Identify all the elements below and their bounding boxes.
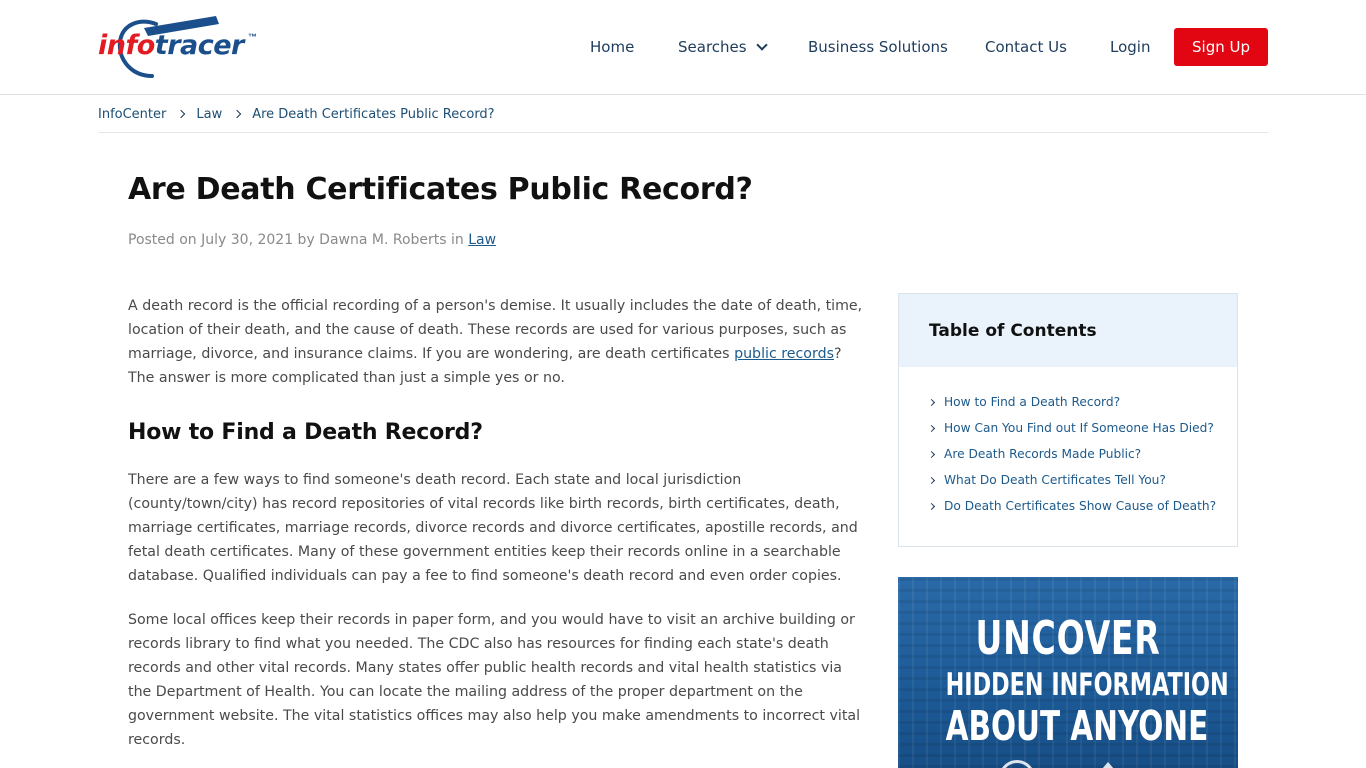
article-paragraph: There are a few ways to find someone's d… <box>128 472 858 584</box>
ad-headline-3: ABOUT ANYONE <box>945 702 1209 750</box>
nav-home[interactable]: Home <box>590 38 634 56</box>
table-of-contents: Table of Contents How to Find a Death Re… <box>898 293 1238 547</box>
sign-up-button[interactable]: Sign Up <box>1174 28 1268 66</box>
chevron-right-icon <box>177 109 186 119</box>
post-meta-text: Posted on July 30, 2021 by Dawna M. Robe… <box>128 232 469 248</box>
toc-item-label: How Can You Find out If Someone Has Died… <box>944 421 1214 435</box>
post-category-link[interactable]: Law <box>468 232 496 248</box>
nav-login[interactable]: Login <box>1110 38 1150 56</box>
nav-searches-label: Searches <box>678 38 747 56</box>
toc-item[interactable]: How to Find a Death Record? <box>927 389 1237 415</box>
ad-banner[interactable]: UNCOVER HIDDEN INFORMATION ABOUT ANYONE <box>898 577 1238 768</box>
site-header: infotracer ™ Home Searches Business Solu… <box>0 0 1366 95</box>
section-heading-find-death-record: How to Find a Death Record? <box>128 420 483 445</box>
breadcrumb-current: Are Death Certificates Public Record? <box>252 106 495 122</box>
chevron-down-icon <box>755 39 768 51</box>
logo-tracer-text: tracer <box>154 30 245 61</box>
nav-business-solutions[interactable]: Business Solutions <box>808 38 948 56</box>
toc-item-label: What Do Death Certificates Tell You? <box>944 473 1166 487</box>
breadcrumb-infocenter[interactable]: InfoCenter <box>98 107 166 122</box>
ad-headline-1: UNCOVER <box>975 611 1161 665</box>
article-paragraph: Some local offices keep their records in… <box>128 612 861 748</box>
chevron-right-icon <box>927 424 936 432</box>
trademark-mark: ™ <box>248 32 257 42</box>
article-body: A death record is the official recording… <box>128 294 863 768</box>
logo-wordmark: infotracer <box>98 30 244 61</box>
infotracer-logo[interactable]: infotracer ™ <box>98 14 263 80</box>
toc-item[interactable]: Do Death Certificates Show Cause of Deat… <box>927 493 1237 519</box>
ad-headline-2: HIDDEN INFORMATION <box>945 667 1229 703</box>
chevron-right-icon <box>927 476 936 484</box>
toc-item[interactable]: Are Death Records Made Public? <box>927 441 1237 467</box>
toc-item-label: Are Death Records Made Public? <box>944 447 1142 461</box>
chevron-right-icon <box>927 450 936 458</box>
toc-item[interactable]: How Can You Find out If Someone Has Died… <box>927 415 1237 441</box>
post-meta: Posted on July 30, 2021 by Dawna M. Robe… <box>128 232 496 248</box>
nav-contact-us[interactable]: Contact Us <box>985 38 1067 56</box>
chevron-right-icon <box>927 398 936 406</box>
breadcrumb-law[interactable]: Law <box>196 107 222 122</box>
toc-item[interactable]: What Do Death Certificates Tell You? <box>927 467 1237 493</box>
article-paragraph-intro: A death record is the official recording… <box>128 294 863 390</box>
page-title: Are Death Certificates Public Record? <box>128 172 753 207</box>
chevron-right-icon <box>927 502 936 510</box>
nav-searches[interactable]: Searches <box>678 38 768 56</box>
logo-info-text: info <box>98 30 155 61</box>
breadcrumb: InfoCenter Law Are Death Certificates Pu… <box>98 104 1268 133</box>
toc-item-label: Do Death Certificates Show Cause of Deat… <box>944 499 1217 513</box>
public-records-link[interactable]: public records <box>734 346 834 362</box>
toc-title: Table of Contents <box>899 294 1237 367</box>
toc-list: How to Find a Death Record? How Can You … <box>899 367 1237 519</box>
chevron-right-icon <box>232 109 242 119</box>
toc-item-label: How to Find a Death Record? <box>944 395 1121 409</box>
ad-triangle-icon <box>1096 762 1120 768</box>
